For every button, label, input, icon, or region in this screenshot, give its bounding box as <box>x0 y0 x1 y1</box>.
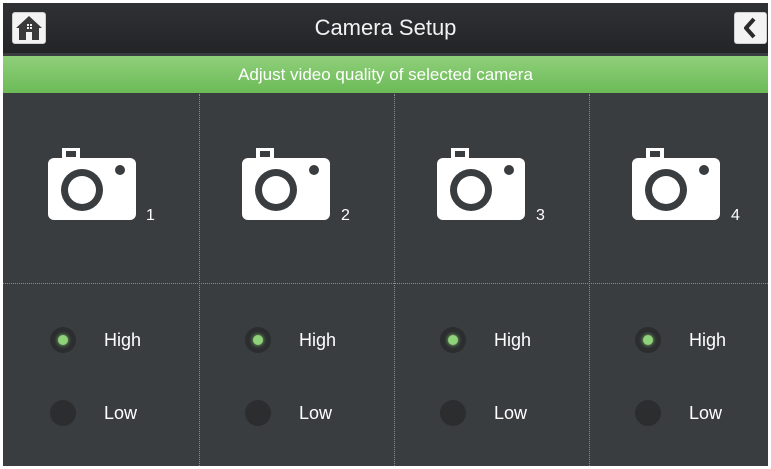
option-label: High <box>494 330 532 350</box>
camera-3-button[interactable] <box>437 148 547 228</box>
back-button[interactable] <box>734 12 767 44</box>
page-title: Camera Setup <box>314 15 457 40</box>
camera-icon <box>437 148 525 220</box>
subtitle-bar: Adjust video quality of selected camera <box>3 56 768 93</box>
option-label: Low <box>494 403 528 423</box>
camera-column-2: 2 High Low <box>199 94 394 466</box>
camera-2-button[interactable] <box>242 148 352 228</box>
camera-column-4: 4 High Low <box>589 94 768 466</box>
camera-column-1: 1 High Low <box>3 94 197 466</box>
radio-button[interactable] <box>635 400 661 426</box>
camera-column-3: 3 High Low <box>394 94 589 466</box>
camera-4-button[interactable] <box>632 148 742 228</box>
option-label: Low <box>104 403 138 423</box>
radio-button-selected[interactable] <box>245 327 271 353</box>
camera-number: 3 <box>536 207 545 224</box>
camera-number: 1 <box>146 207 155 224</box>
top-bar: Camera Setup <box>3 3 768 53</box>
radio-button-selected[interactable] <box>635 327 661 353</box>
camera-number: 2 <box>341 207 350 224</box>
chevron-left-icon <box>744 17 756 39</box>
camera-1-button[interactable] <box>48 148 158 228</box>
option-label: Low <box>689 403 723 423</box>
radio-button[interactable] <box>245 400 271 426</box>
radio-button-selected[interactable] <box>440 327 466 353</box>
camera-number: 4 <box>731 207 740 224</box>
option-label: High <box>689 330 727 350</box>
home-icon <box>16 16 42 40</box>
camera-icon <box>48 148 136 220</box>
radio-button[interactable] <box>50 400 76 426</box>
option-label: High <box>104 330 142 350</box>
radio-button-selected[interactable] <box>50 327 76 353</box>
option-label: High <box>299 330 337 350</box>
camera-icon <box>242 148 330 220</box>
radio-button[interactable] <box>440 400 466 426</box>
option-label: Low <box>299 403 333 423</box>
home-button[interactable] <box>12 12 46 44</box>
camera-setup-screen: Camera Setup Adjust video quality of sel… <box>3 3 768 466</box>
camera-icon <box>632 148 720 220</box>
